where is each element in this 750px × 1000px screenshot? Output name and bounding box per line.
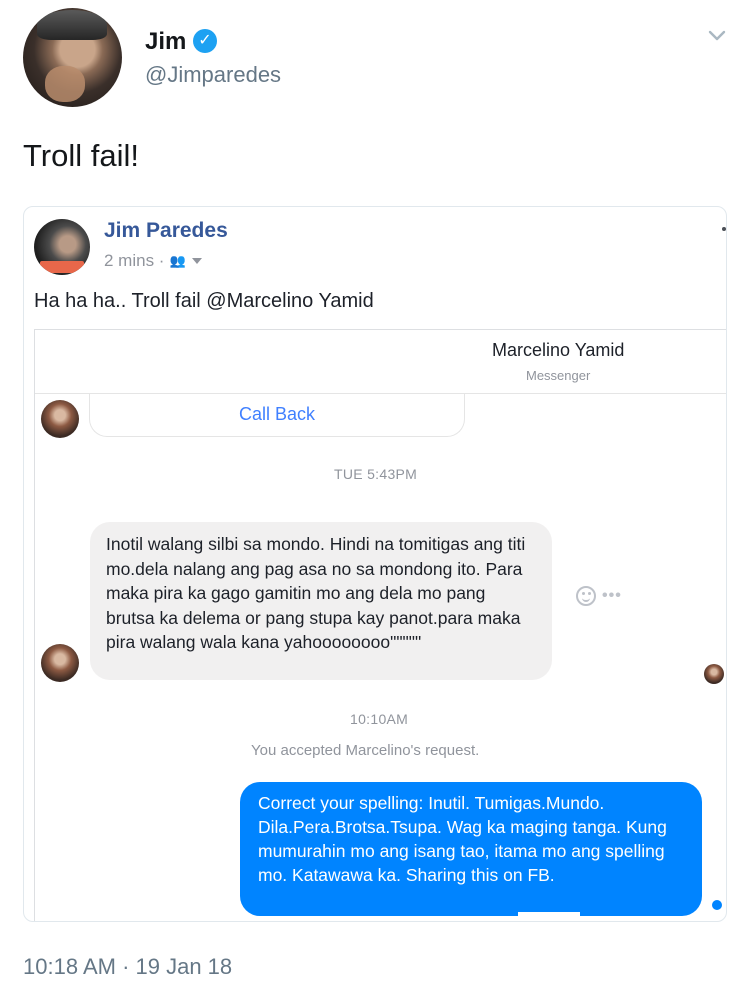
author-avatar[interactable] <box>23 8 122 107</box>
seen-avatar <box>704 664 724 684</box>
system-message: You accepted Marcelino's request. <box>251 742 480 759</box>
author-handle[interactable]: @Jimparedes <box>145 62 281 88</box>
post-text: Ha ha ha.. Troll fail @Marcelino Yamid <box>34 290 374 312</box>
message-actions: ••• <box>576 586 622 606</box>
contact-avatar <box>41 400 79 438</box>
post-options-icon <box>722 227 726 231</box>
post-age: 2 mins · <box>104 251 165 270</box>
tweet-timestamp[interactable]: 10:18 AM · 19 Jan 18 <box>23 954 232 980</box>
messenger-screenshot: Marcelino Yamid Messenger Call Back TUE … <box>34 329 726 921</box>
caret-down-icon <box>191 258 202 264</box>
incoming-message: Inotil walang silbi sa mondo. Hindi na t… <box>90 522 552 680</box>
friends-icon: 👥 <box>169 253 185 268</box>
timestamp-1: TUE 5:43PM <box>334 466 418 482</box>
contact-avatar <box>41 644 79 682</box>
bubble-notch <box>518 912 580 918</box>
contact-subtitle: Messenger <box>526 368 591 383</box>
chevron-down-icon[interactable] <box>704 22 730 48</box>
more-icon: ••• <box>602 587 622 604</box>
avatar-hat <box>37 10 107 40</box>
call-back-button: Call Back <box>89 393 465 437</box>
embedded-image[interactable]: Jim Paredes 2 mins · 👥 Ha ha ha.. Troll … <box>23 206 727 922</box>
timestamp-2: 10:10AM <box>350 711 409 727</box>
contact-name: Marcelino Yamid <box>492 340 625 360</box>
outgoing-message: Correct your spelling: Inutil. Tumigas.M… <box>240 782 702 918</box>
author-name[interactable]: Jim <box>145 28 186 56</box>
tweet-text: Troll fail! <box>23 138 139 173</box>
poster-name: Jim Paredes <box>104 219 228 242</box>
avatar-hand <box>45 66 85 102</box>
verified-badge-icon: ✓ <box>193 29 217 53</box>
post-meta: 2 mins · 👥 <box>104 251 202 271</box>
delivered-icon <box>710 898 724 912</box>
poster-avatar <box>34 219 90 275</box>
outgoing-message-text: Correct your spelling: Inutil. Tumigas.M… <box>258 793 667 885</box>
emoji-icon <box>576 586 596 606</box>
